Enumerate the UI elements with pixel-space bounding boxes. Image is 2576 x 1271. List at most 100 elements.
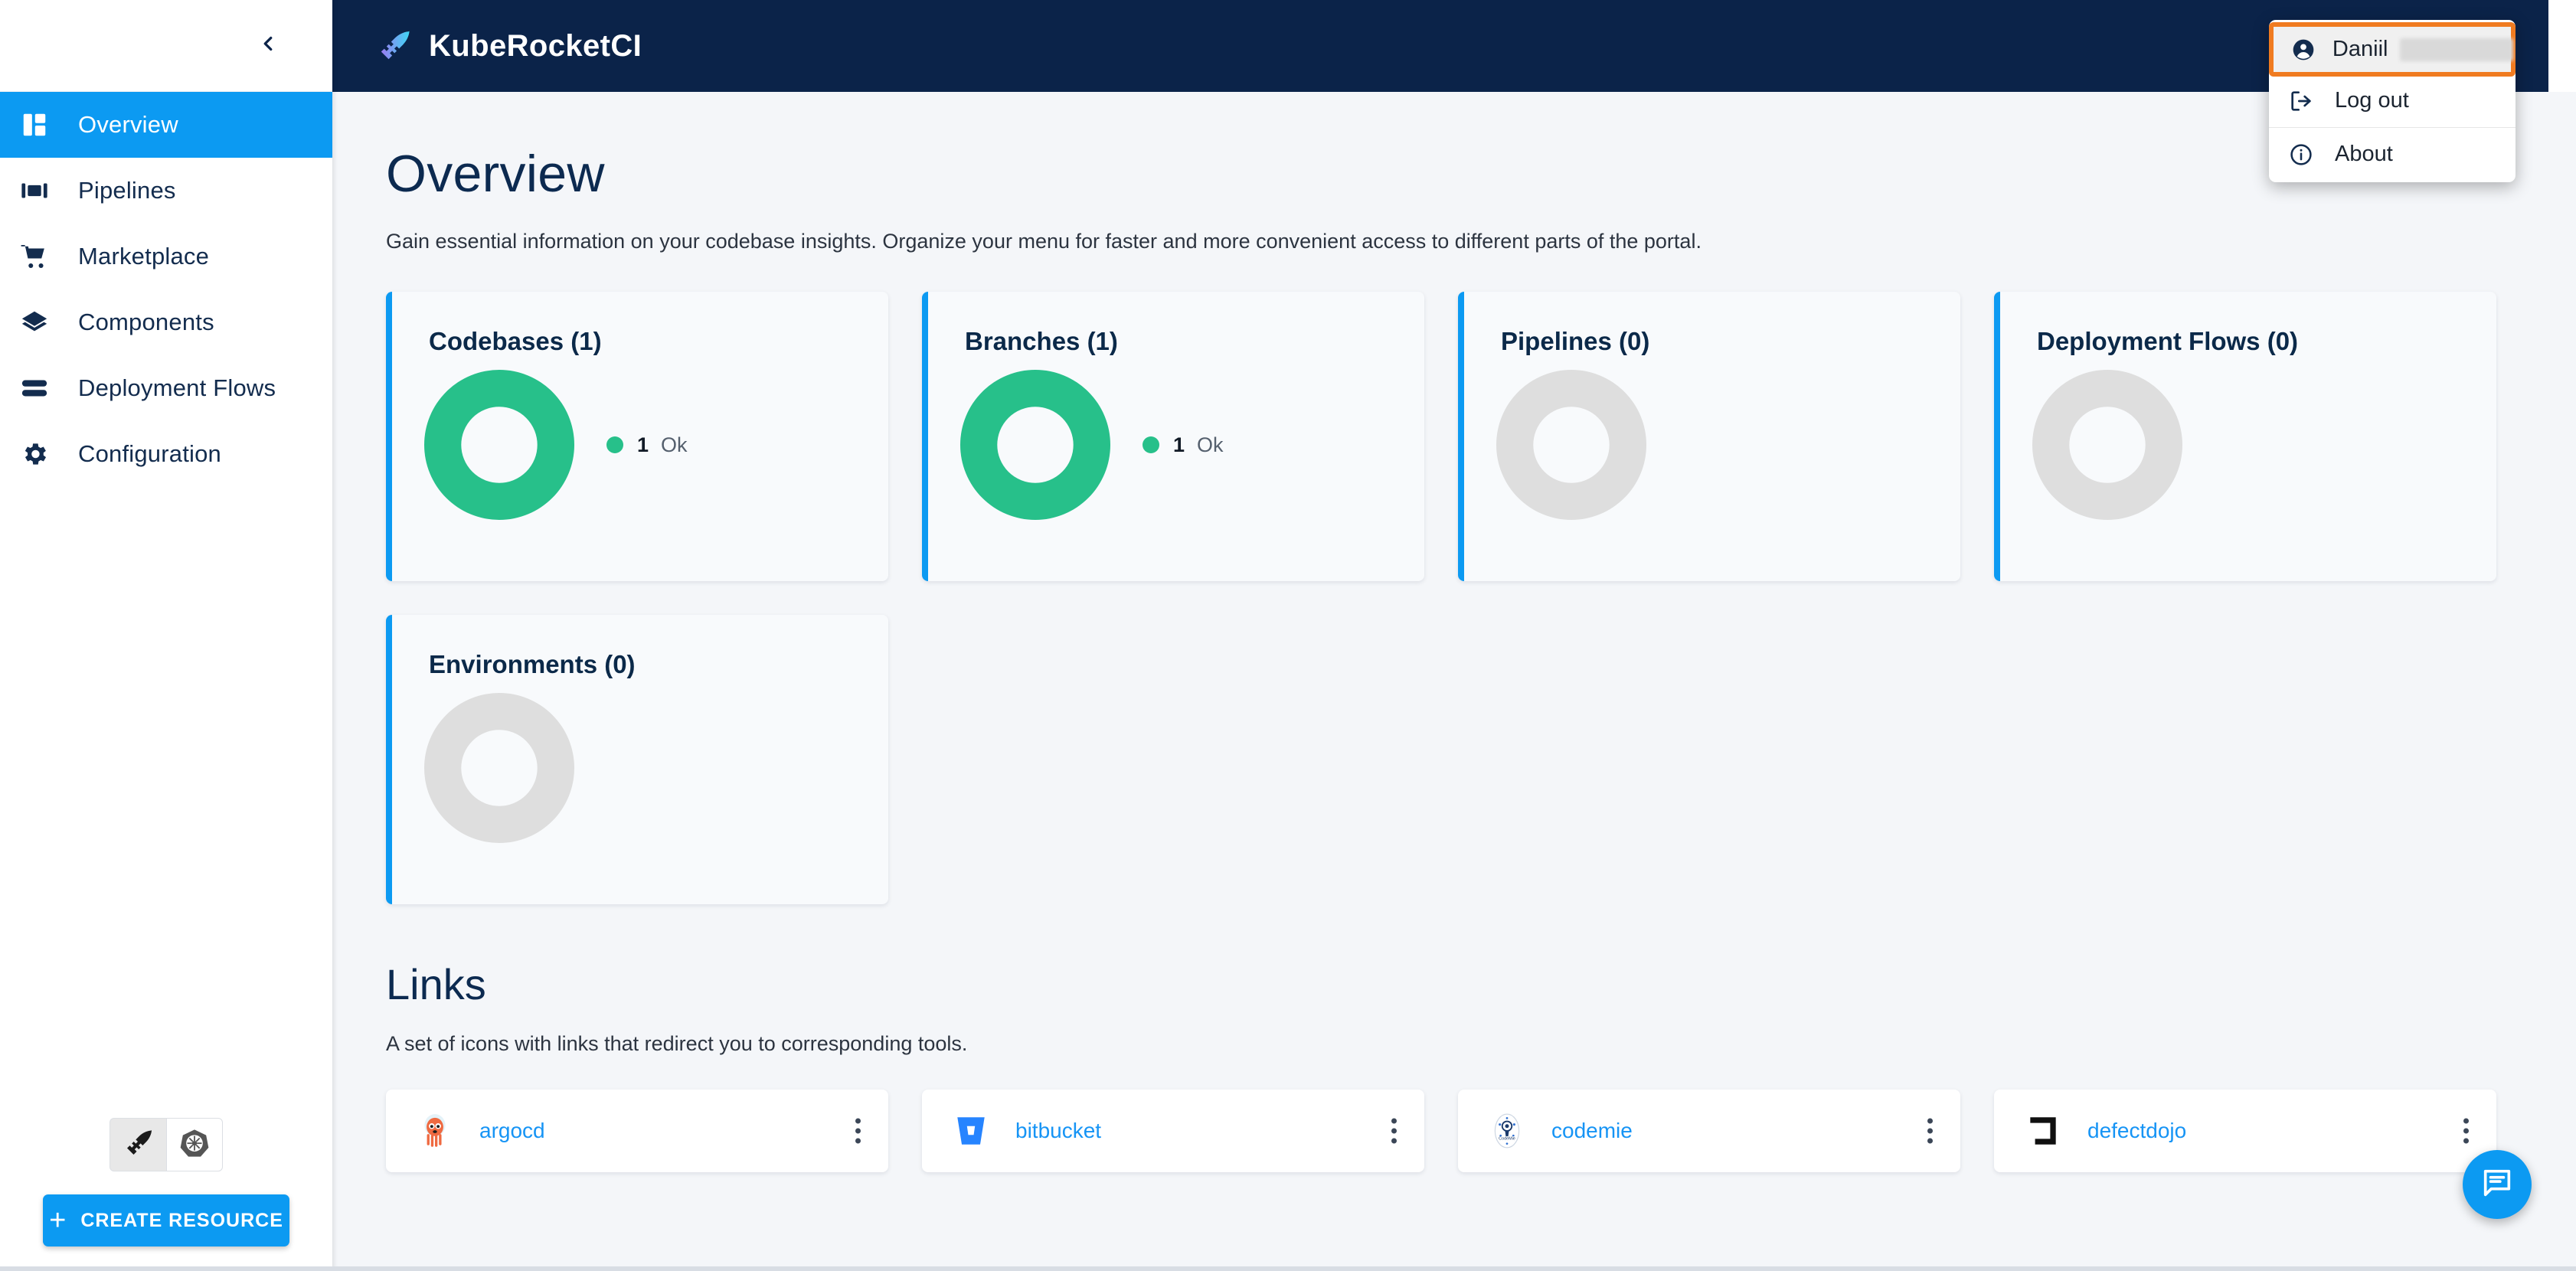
cart-icon [20,242,64,271]
account-name-label: Daniil [2332,37,2388,61]
stat-card-title: Branches (1) [965,327,1118,355]
donut-row: 1 Ok [960,370,1424,520]
donut-row: 1 Ok [424,370,888,520]
stack-bars-icon [20,374,64,403]
stat-cards-grid: Codebases (1) 1 Ok Branches (1) 1 Ok Pip… [386,292,2538,904]
sidebar-item-overview[interactable]: Overview [0,92,332,158]
donut-row [2032,370,2496,520]
sidebar-item-label: Deployment Flows [78,374,276,401]
kebab-menu-icon[interactable] [2459,1114,2473,1148]
defectdojo-icon [2022,1109,2064,1152]
sidebar-collapse-button[interactable] [247,25,289,67]
menu-item-logout[interactable]: Log out [2269,76,2516,126]
pipelines-icon [20,176,64,205]
link-name[interactable]: argocd [479,1119,545,1143]
bitbucket-icon [950,1109,992,1152]
brand[interactable]: KubeRocketCI [377,28,642,64]
about-label: About [2335,142,2393,166]
page-subtitle: Gain essential information on your codeb… [386,230,1702,253]
dashboard-icon [20,110,64,139]
legend-label: Ok [1197,433,1224,456]
links-section-title: Links [386,960,486,1008]
toggle-kubernetes-view[interactable] [166,1118,223,1171]
stat-card-branches[interactable]: Branches (1) 1 Ok [922,292,1424,581]
sidebar-item-deployment-flows[interactable]: Deployment Flows [0,355,332,421]
donut-chart [424,693,574,843]
sidebar-header [0,0,332,92]
links-section-subtitle: A set of icons with links that redirect … [386,1032,968,1055]
legend-count: 1 [637,433,649,456]
svg-text:CodeMie: CodeMie [1499,1136,1515,1141]
link-name[interactable]: codemie [1551,1119,1633,1143]
sidebar-item-label: Configuration [78,440,221,467]
donut-chart [960,370,1110,520]
redacted-surname [2400,38,2513,61]
link-card-codemie[interactable]: CodeMie codemie [1458,1090,1960,1172]
app-window: Overview Pipelines Marketplace Component… [0,0,2576,1271]
info-circle-icon [2289,142,2327,167]
donut-row [424,693,888,843]
page-title: Overview [386,145,605,203]
donut-row [1496,370,1960,520]
donut-chart [1496,370,1646,520]
sidebar-item-components[interactable]: Components [0,289,332,355]
legend-label: Ok [661,433,688,456]
stat-card-title: Codebases (1) [429,327,602,355]
chat-bubble-icon [2480,1165,2515,1204]
legend-count: 1 [1173,433,1185,456]
kubernetes-helm-icon [179,1128,210,1162]
stat-card-codebases[interactable]: Codebases (1) 1 Ok [386,292,888,581]
donut-chart [424,370,574,520]
stat-card-title: Environments (0) [429,650,636,678]
create-resource-button[interactable]: + CREATE RESOURCE [43,1194,289,1246]
donut-legend: 1 Ok [1143,433,1224,457]
menu-item-account[interactable]: Daniil [2269,22,2516,77]
user-dropdown-menu: Daniil Log out About [2269,20,2516,182]
logout-icon [2289,89,2327,113]
stat-card-deployment-flows[interactable]: Deployment Flows (0) [1994,292,2496,581]
kebab-menu-icon[interactable] [1923,1114,1937,1148]
brand-title: KubeRocketCI [429,28,642,63]
link-card-bitbucket[interactable]: bitbucket [922,1090,1424,1172]
stat-card-title: Deployment Flows (0) [2037,327,2299,355]
sidebar-item-label: Marketplace [78,243,210,270]
argocd-octopus-icon [414,1109,456,1152]
cluster-toggle-group [43,1118,289,1171]
window-bottom-strip [0,1266,2576,1271]
link-card-defectdojo[interactable]: defectdojo [1994,1090,2496,1172]
sidebar-nav: Overview Pipelines Marketplace Component… [0,92,332,487]
legend-dot-ok [606,436,623,453]
stat-card-environments[interactable]: Environments (0) [386,615,888,904]
sidebar-footer: + CREATE RESOURCE [0,1118,332,1271]
menu-item-about[interactable]: About [2269,129,2516,179]
chevron-left-icon [257,32,280,59]
kebab-menu-icon[interactable] [1387,1114,1401,1148]
sidebar-item-configuration[interactable]: Configuration [0,421,332,487]
toggle-kuberocketci-view[interactable] [110,1118,166,1171]
logout-label: Log out [2335,88,2409,113]
stat-card-title: Pipelines (0) [1501,327,1650,355]
main-content: Overview Gain essential information on y… [332,92,2576,1271]
link-cards-row: argocd bitbucket CodeMie codemie defectd… [386,1090,2538,1172]
sidebar-item-label: Pipelines [78,177,176,204]
donut-legend: 1 Ok [606,433,688,457]
gear-icon [20,439,64,469]
kebab-menu-icon[interactable] [851,1114,865,1148]
link-name[interactable]: defectdojo [2087,1119,2186,1143]
menu-divider [2269,127,2516,128]
sidebar-item-pipelines[interactable]: Pipelines [0,158,332,224]
link-name[interactable]: bitbucket [1015,1119,1101,1143]
layers-icon [20,308,64,337]
stat-card-pipelines[interactable]: Pipelines (0) [1458,292,1960,581]
rocket-feather-icon [377,28,412,64]
link-card-argocd[interactable]: argocd [386,1090,888,1172]
codemie-icon: CodeMie [1486,1109,1528,1152]
chat-support-button[interactable] [2463,1150,2532,1219]
legend-dot-ok [1143,436,1159,453]
sidebar-item-marketplace[interactable]: Marketplace [0,224,332,289]
donut-chart [2032,370,2182,520]
sidebar-item-label: Overview [78,111,178,138]
topbar: KubeRocketCI [332,0,2548,92]
plus-icon: + [49,1204,67,1237]
rocket-feather-icon [123,1128,154,1162]
